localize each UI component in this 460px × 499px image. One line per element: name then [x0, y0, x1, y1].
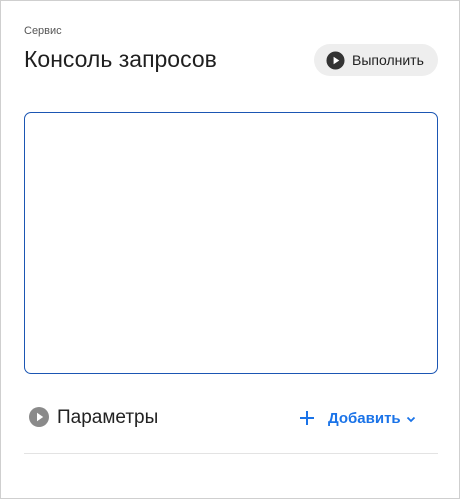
plus-icon: [299, 410, 315, 426]
run-button-label: Выполнить: [352, 52, 424, 68]
chevron-down-icon: [405, 412, 417, 424]
parameters-label: Параметры: [57, 407, 159, 428]
add-parameter-button[interactable]: Добавить: [299, 405, 417, 431]
service-label: Сервис: [24, 25, 62, 37]
run-button[interactable]: Выполнить: [314, 44, 438, 76]
page-title: Консоль запросов: [24, 46, 217, 72]
query-editor[interactable]: [24, 112, 438, 374]
add-parameter-label: Добавить: [328, 409, 401, 427]
query-console-panel: Сервис Консоль запросов Выполнить Параме…: [0, 0, 460, 499]
divider: [24, 453, 438, 454]
parameters-expand-icon[interactable]: [29, 407, 49, 427]
parameters-row: Параметры Добавить: [24, 401, 438, 435]
play-circle-icon: [326, 50, 345, 70]
